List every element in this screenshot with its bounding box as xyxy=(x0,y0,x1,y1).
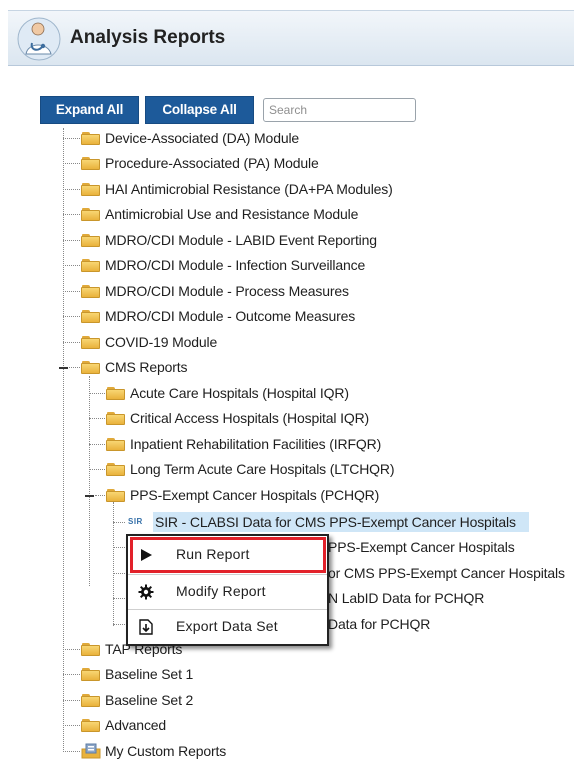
context-menu: Run Report Modify Report Export Data Set xyxy=(126,534,329,646)
folder-icon xyxy=(81,643,100,656)
tree-connector xyxy=(89,376,90,586)
folder-icon xyxy=(81,183,100,196)
folder-open-icon xyxy=(106,489,125,502)
tree-connector xyxy=(63,128,64,752)
folder-icon xyxy=(81,132,100,145)
folder-icon xyxy=(106,438,125,451)
collapse-icon[interactable] xyxy=(85,491,94,500)
folder-icon xyxy=(81,259,100,272)
collapse-icon[interactable] xyxy=(59,363,68,372)
folder-icon xyxy=(81,310,100,323)
report-tree: Device-Associated (DA) Module Procedure-… xyxy=(0,0,574,760)
sir-report-icon: SIR xyxy=(128,517,143,526)
folder-icon xyxy=(81,336,100,349)
gear-icon xyxy=(138,584,154,600)
folder-icon xyxy=(81,694,100,707)
folder-icon xyxy=(106,463,125,476)
export-icon xyxy=(139,619,153,635)
folder-icon xyxy=(81,719,100,732)
modify-report-menu-item[interactable]: Modify Report xyxy=(128,575,327,609)
folder-icon xyxy=(81,668,100,681)
folder-icon xyxy=(81,234,100,247)
folder-open-icon xyxy=(81,361,100,374)
export-data-set-menu-item[interactable]: Export Data Set xyxy=(128,610,327,644)
folder-icon xyxy=(81,208,100,221)
custom-reports-icon xyxy=(81,743,101,759)
tree-connector xyxy=(113,502,114,626)
folder-icon xyxy=(106,387,125,400)
folder-icon xyxy=(81,157,100,170)
folder-icon xyxy=(81,285,100,298)
run-report-highlight-box xyxy=(130,537,326,573)
folder-icon xyxy=(106,412,125,425)
